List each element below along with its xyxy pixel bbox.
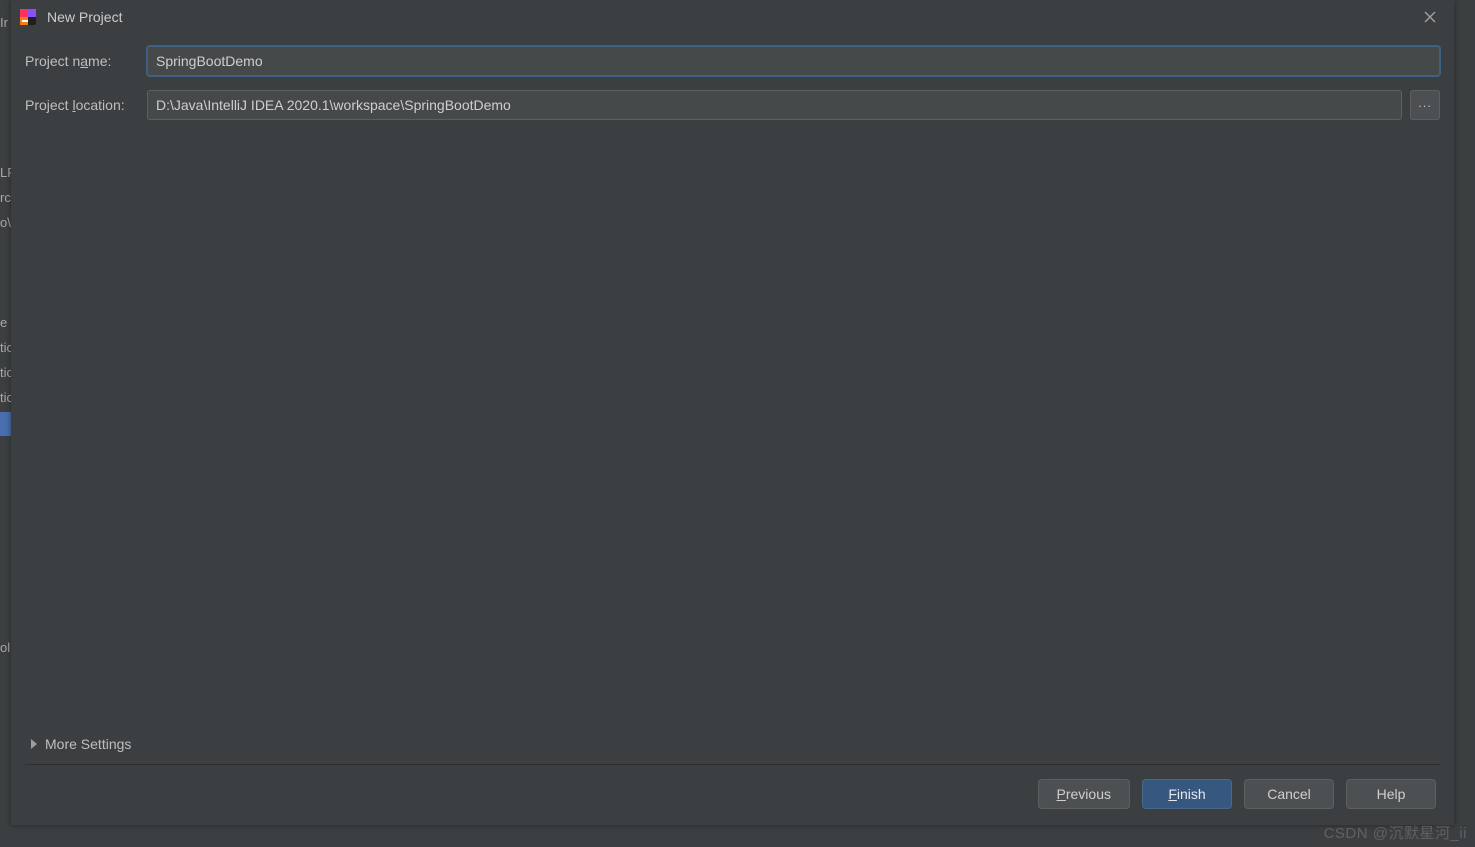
previous-button[interactable]: Previous — [1038, 779, 1130, 809]
project-name-label: Project name: — [25, 53, 147, 69]
background-fragment: Ir — [0, 10, 8, 35]
form-area: Project name: Project location: ... — [11, 34, 1454, 134]
background-fragment: ol — [0, 635, 10, 660]
project-name-row: Project name: — [25, 46, 1440, 76]
background-fragment: rc — [0, 185, 11, 210]
project-location-input[interactable] — [147, 90, 1402, 120]
close-button[interactable] — [1416, 3, 1444, 31]
browse-location-button[interactable]: ... — [1410, 90, 1440, 120]
intellij-icon — [19, 8, 37, 26]
dialog-title-bar: New Project — [11, 0, 1454, 34]
background-selected-row — [0, 412, 11, 436]
project-location-label: Project location: — [25, 97, 147, 113]
more-settings-row: More Settings — [11, 730, 1454, 762]
more-settings-toggle[interactable]: More Settings — [25, 730, 1440, 758]
ellipsis-icon: ... — [1418, 95, 1432, 110]
help-button[interactable]: Help — [1346, 779, 1436, 809]
chevron-right-icon — [31, 739, 37, 749]
background-fragment: o\ — [0, 210, 11, 235]
project-location-row: Project location: ... — [25, 90, 1440, 120]
new-project-dialog: New Project Project name: Project locati… — [11, 0, 1454, 825]
background-fragment: e — [0, 310, 7, 335]
button-row: Previous Finish Cancel Help — [11, 765, 1454, 825]
more-settings-label: More Settings — [45, 736, 131, 752]
project-name-input[interactable] — [147, 46, 1440, 76]
finish-button[interactable]: Finish — [1142, 779, 1232, 809]
dialog-title: New Project — [47, 9, 122, 25]
dialog-body-filler — [11, 134, 1454, 730]
cancel-button[interactable]: Cancel — [1244, 779, 1334, 809]
close-icon — [1423, 10, 1437, 24]
